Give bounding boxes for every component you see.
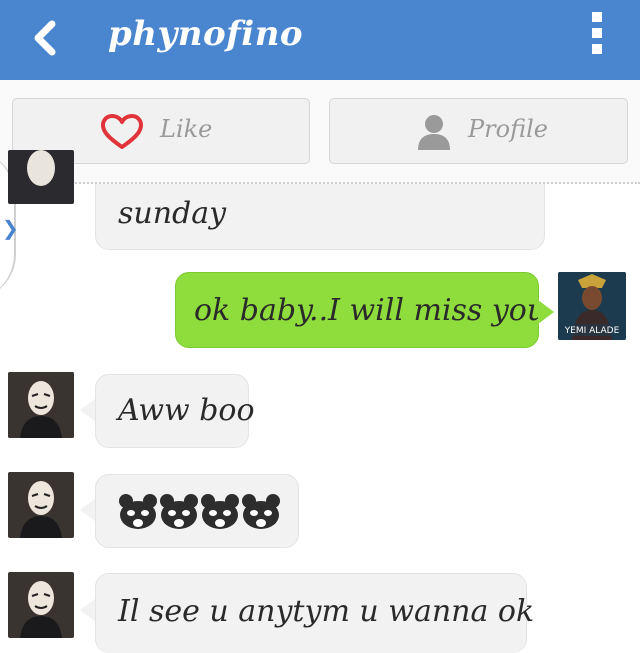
contact-avatar[interactable]	[8, 150, 74, 204]
bubble-tail	[80, 498, 96, 522]
person-icon	[418, 115, 450, 150]
conversation-title: phynofino	[108, 14, 304, 54]
chevron-right-icon[interactable]: ❯	[2, 216, 19, 240]
overflow-menu-icon[interactable]	[590, 12, 604, 64]
message-text: ok baby..I will miss you	[194, 293, 547, 328]
profile-label: Profile	[468, 115, 548, 143]
album-art-text: YEMI ALADE	[564, 326, 620, 336]
like-label: Like	[160, 115, 213, 143]
bubble-tail	[80, 398, 96, 422]
message-bubble[interactable]: sunday	[95, 184, 545, 250]
contact-avatar[interactable]	[8, 572, 74, 638]
bubble-tail	[80, 598, 96, 622]
message-bubble[interactable]: ok baby..I will miss you	[175, 272, 546, 348]
action-bar: Like Profile	[0, 80, 640, 184]
message-bubble[interactable]	[95, 474, 299, 548]
message-text: sunday	[118, 196, 227, 231]
message-bubble[interactable]: Il see u anytym u wanna ok	[95, 573, 534, 653]
message-text: Aww boo	[118, 393, 255, 428]
profile-button[interactable]: Profile	[329, 98, 628, 164]
my-avatar[interactable]: YEMI ALADE	[558, 272, 626, 340]
message-bubble[interactable]: Aww boo	[95, 374, 255, 448]
chevron-left-icon[interactable]	[28, 18, 62, 58]
emoji-row	[119, 494, 280, 529]
top-app-bar: phynofino	[0, 0, 640, 80]
heart-icon	[101, 114, 143, 149]
message-text: Il see u anytym u wanna ok	[118, 594, 535, 629]
bubble-tail	[538, 300, 554, 324]
contact-avatar[interactable]	[8, 372, 74, 438]
contact-avatar[interactable]	[8, 472, 74, 538]
